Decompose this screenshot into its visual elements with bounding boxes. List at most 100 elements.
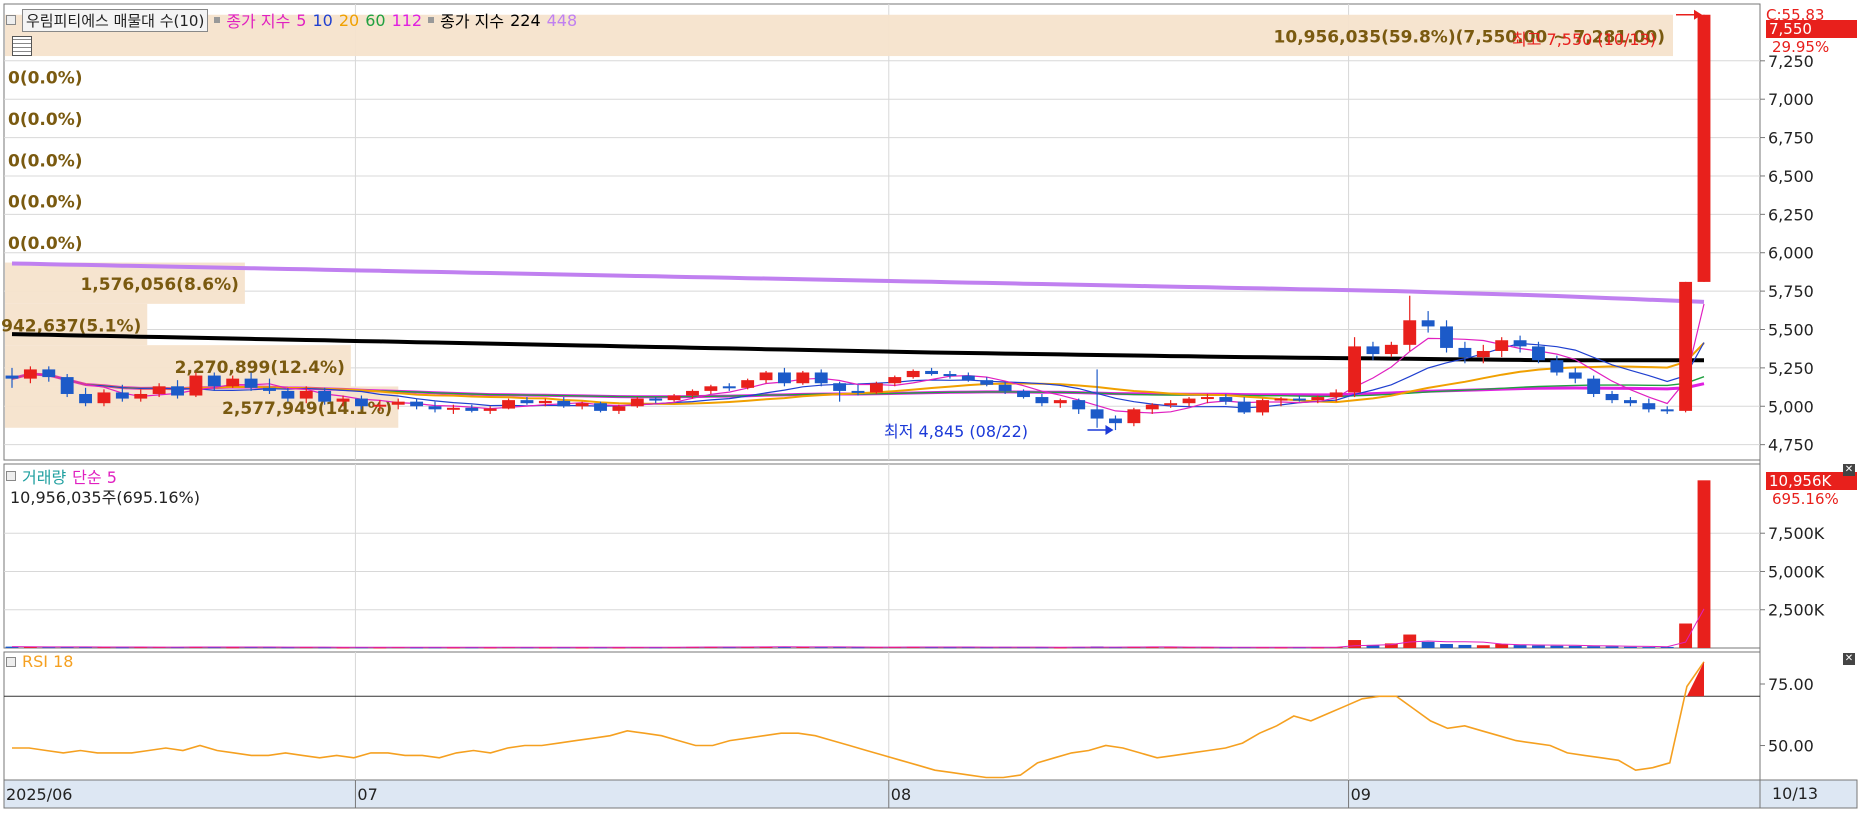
candle-body: [189, 375, 203, 396]
collapse-icon[interactable]: [6, 471, 16, 481]
candle-body: [1109, 418, 1122, 424]
candle-body: [115, 392, 129, 399]
close-volume-panel-icon[interactable]: ✕: [1843, 464, 1855, 476]
price-tick-label: 5,000: [1768, 397, 1814, 416]
candle-body: [759, 372, 773, 381]
candle-body: [1127, 409, 1141, 424]
ma-short-label[interactable]: 종가 지수: [226, 8, 290, 32]
candle-body: [1440, 326, 1453, 348]
candle-body: [1053, 400, 1067, 404]
ma-10-label: 10: [312, 10, 333, 30]
volume-bar: [1421, 641, 1435, 648]
candle-body: [1219, 397, 1233, 402]
candle-body: [1237, 401, 1251, 413]
volume-info: 10,956,035주(695.16%): [10, 488, 201, 507]
candle-body: [134, 393, 148, 399]
volume-bar: [1458, 644, 1472, 648]
candle-body: [1311, 397, 1325, 401]
volume-bar: [1697, 480, 1711, 648]
candle-body: [575, 403, 589, 407]
volume-bar: [1587, 646, 1601, 648]
ma-5-label: 5: [296, 10, 307, 30]
candle-body: [1568, 372, 1582, 379]
price-tick-label: 5,750: [1768, 282, 1814, 301]
candle-body: [1642, 403, 1656, 410]
candle-body: [318, 390, 332, 402]
volume-bar: [1513, 645, 1527, 648]
volume-tick-label: 7,500K: [1768, 524, 1825, 543]
candle-body: [152, 386, 166, 394]
collapse-icon[interactable]: [6, 15, 16, 25]
candle-body: [1072, 400, 1086, 410]
candle-body: [630, 398, 644, 407]
price-tick-label: 6,250: [1768, 205, 1814, 224]
candle-body: [851, 390, 865, 393]
price-tick-label: 6,750: [1768, 129, 1814, 148]
candle-body: [1513, 340, 1527, 347]
date-tick-label: 08: [891, 785, 911, 804]
ma-long-label[interactable]: 종가 지수: [440, 8, 504, 32]
high-annotation: 최고 7,550 (10/13): [1512, 30, 1657, 49]
price-tick-label: 5,500: [1768, 320, 1814, 339]
collapse-icon[interactable]: [6, 656, 16, 667]
candle-body: [1532, 346, 1545, 361]
candle-body: [373, 404, 387, 407]
candle-body: [667, 395, 681, 401]
chart-canvas: 10,956,035(59.8%)(7,550.00 ~ 7,281.00)0(…: [1, 3, 1858, 809]
volume-tick-label: 5,000K: [1768, 562, 1825, 581]
candle-body: [465, 407, 479, 411]
candle-body: [1164, 403, 1178, 406]
candle-body: [1292, 398, 1306, 401]
last-price-badge: 7,550: [1766, 20, 1857, 38]
grid-icon[interactable]: [12, 36, 32, 56]
candle-body: [741, 380, 755, 388]
volume-frame: [3, 463, 1761, 649]
volume-bar: [1440, 644, 1453, 648]
volume-bar: [1348, 640, 1362, 648]
volume-tick-label: 2,500K: [1768, 601, 1825, 620]
candle-body: [1182, 398, 1196, 404]
price-tick-label: 5,250: [1768, 359, 1814, 378]
volume-bar: [1532, 645, 1545, 648]
candle-body: [833, 383, 847, 391]
candle-body: [23, 369, 37, 379]
candle-body: [888, 377, 902, 384]
indicator-title[interactable]: 우림피티에스 매물대 수(10): [22, 8, 209, 32]
change-percent: 29.95%: [1772, 38, 1830, 56]
candle-body: [520, 400, 534, 404]
candle-body: [354, 398, 368, 407]
volume-bar: [1679, 623, 1693, 648]
candle-body: [1495, 340, 1509, 351]
candle-body: [60, 377, 74, 394]
volume-profile-label: 0(0.0%): [8, 234, 83, 254]
rsi-tick-label: 50.00: [1768, 737, 1814, 756]
volume-bar: [1642, 647, 1656, 649]
candle-body: [446, 407, 460, 410]
rsi-tick-label: 75.00: [1768, 675, 1814, 694]
close-rsi-panel-icon[interactable]: ✕: [1843, 653, 1855, 665]
candle-body: [1274, 398, 1288, 401]
candle-body: [336, 398, 350, 402]
candle-body: [207, 375, 221, 387]
candle-body: [1476, 350, 1490, 358]
candle-body: [1458, 347, 1472, 358]
candle-body: [869, 383, 883, 393]
candle-body: [1035, 397, 1049, 404]
candle-body: [1384, 344, 1398, 355]
candle-body: [428, 406, 442, 410]
candle-body: [538, 400, 552, 404]
volume-profile-label: 0(0.0%): [8, 69, 83, 89]
volume-profile-label: 2,270,899(12.4%): [175, 358, 345, 378]
stock-chart-window: 10,956,035(59.8%)(7,550.00 ~ 7,281.00) 0(…: [0, 0, 1861, 812]
volume-bar: [1550, 645, 1564, 648]
ma-112-label: 112: [391, 10, 423, 30]
candle-body: [1329, 392, 1343, 398]
candle-body: [943, 374, 957, 377]
candle-body: [612, 406, 626, 411]
candle-body: [410, 401, 424, 407]
rsi-title[interactable]: RSI 18: [22, 652, 73, 671]
candle-body: [1366, 346, 1380, 355]
price-tick-label: 6,000: [1768, 244, 1814, 263]
volume-profile-label: 1,576,056(8.6%): [80, 275, 238, 295]
candle-body: [998, 384, 1012, 391]
